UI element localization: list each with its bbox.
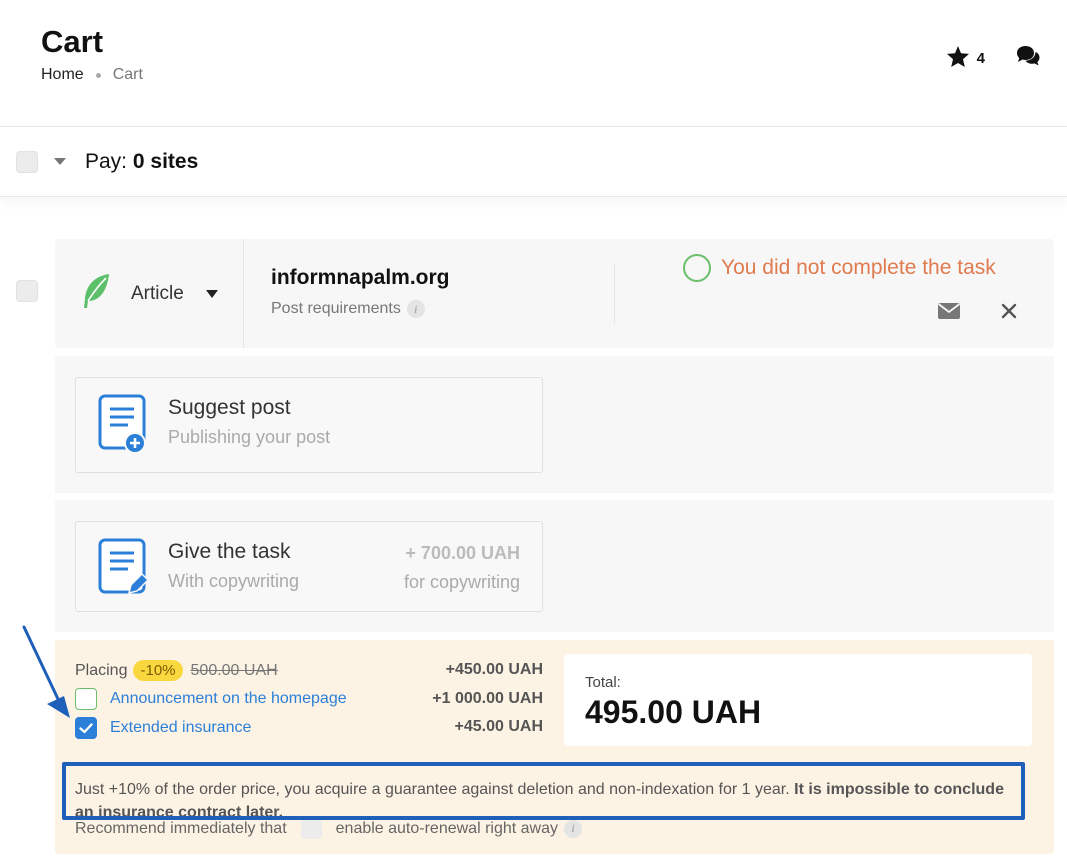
auto-renew-option: Recommend immediately that enable auto-r…	[75, 818, 582, 839]
placing-line: Placing -10% 500.00 UAH	[75, 660, 278, 681]
chevron-down-icon[interactable]	[54, 158, 66, 165]
placing-amount: +450.00 UAH	[445, 661, 543, 678]
renew-prefix: Recommend immediately that	[75, 819, 287, 837]
post-requirements-label: Post requirements	[271, 300, 401, 317]
discount-badge: -10%	[133, 660, 183, 681]
give-task-option[interactable]: Give the task With copywriting + 700.00 …	[75, 521, 543, 612]
chat-icon[interactable]	[1015, 44, 1041, 73]
divider	[614, 264, 615, 324]
mail-icon[interactable]	[937, 302, 961, 325]
total-box: Total: 495.00 UAH	[564, 654, 1032, 746]
announcement-amount: +1 000.00 UAH	[432, 690, 543, 707]
dropdown-arrow-icon	[205, 289, 218, 298]
content-type-label: Article	[131, 282, 184, 304]
old-price: 500.00 UAH	[190, 661, 278, 679]
header-actions: 4	[946, 44, 1041, 73]
pay-label: Pay:	[85, 149, 128, 173]
page-header: Cart Home Cart 4	[0, 0, 1067, 127]
give-task-panel: Give the task With copywriting + 700.00 …	[55, 500, 1054, 632]
suggest-post-panel: Suggest post Publishing your post	[55, 356, 1054, 493]
status-circle-icon	[683, 254, 711, 282]
close-icon[interactable]	[1000, 302, 1018, 325]
option-subtitle: Publishing your post	[168, 427, 331, 447]
option-title: Suggest post	[168, 396, 291, 419]
post-requirements[interactable]: Post requirements i	[271, 300, 425, 318]
placing-panel: Placing -10% 500.00 UAH +450.00 UAH Anno…	[55, 640, 1054, 854]
insurance-amount: +45.00 UAH	[454, 718, 544, 735]
task-status: You did not complete the task	[683, 254, 996, 282]
site-card: Article informnapalm.org Post requiremen…	[55, 239, 1054, 348]
insurance-checkbox[interactable]	[75, 717, 97, 739]
option-title: Give the task	[168, 540, 291, 563]
insurance-label[interactable]: Extended insurance	[110, 719, 251, 737]
breadcrumb-separator	[95, 72, 101, 78]
page-title: Cart	[41, 24, 104, 59]
renew-suffix: enable auto-renewal right away	[335, 819, 558, 837]
pay-bar: Pay: 0 sites	[0, 127, 1067, 197]
favorites-button[interactable]: 4	[946, 45, 985, 73]
total-label: Total:	[585, 674, 621, 691]
check-icon	[79, 722, 93, 733]
option-subtitle: With copywriting	[168, 571, 300, 591]
content-type-select[interactable]: Article	[55, 239, 244, 348]
option-price-note: for copywriting	[403, 572, 520, 592]
announcement-label[interactable]: Announcement on the homepage	[110, 690, 347, 708]
placing-label: Placing	[75, 661, 128, 679]
document-plus-icon	[98, 394, 148, 459]
insurance-option[interactable]: Extended insurance	[75, 717, 251, 739]
favorites-count: 4	[976, 50, 985, 67]
star-icon	[946, 45, 970, 73]
breadcrumb: Home Cart	[41, 66, 143, 84]
auto-renew-checkbox[interactable]	[300, 818, 322, 839]
document-pen-icon	[98, 538, 150, 603]
site-domain[interactable]: informnapalm.org	[271, 266, 450, 290]
site-row-checkbox[interactable]	[16, 280, 38, 302]
pay-summary: Pay: 0 sites	[85, 150, 198, 174]
breadcrumb-home[interactable]: Home	[41, 66, 84, 84]
suggest-post-option[interactable]: Suggest post Publishing your post	[75, 377, 543, 473]
announcement-option[interactable]: Announcement on the homepage	[75, 688, 347, 710]
announcement-checkbox[interactable]	[75, 688, 97, 710]
pointer-arrow-icon	[20, 625, 76, 725]
task-status-text: You did not complete the task	[721, 256, 996, 279]
breadcrumb-current: Cart	[112, 66, 143, 83]
highlight-frame	[62, 762, 1025, 820]
info-icon[interactable]: i	[406, 300, 425, 318]
total-value: 495.00 UAH	[585, 694, 762, 730]
select-all-checkbox[interactable]	[16, 150, 38, 173]
info-icon[interactable]: i	[564, 819, 582, 838]
option-price: + 700.00 UAH	[405, 543, 520, 563]
feather-icon	[79, 272, 113, 315]
pay-value: 0 sites	[132, 149, 199, 173]
